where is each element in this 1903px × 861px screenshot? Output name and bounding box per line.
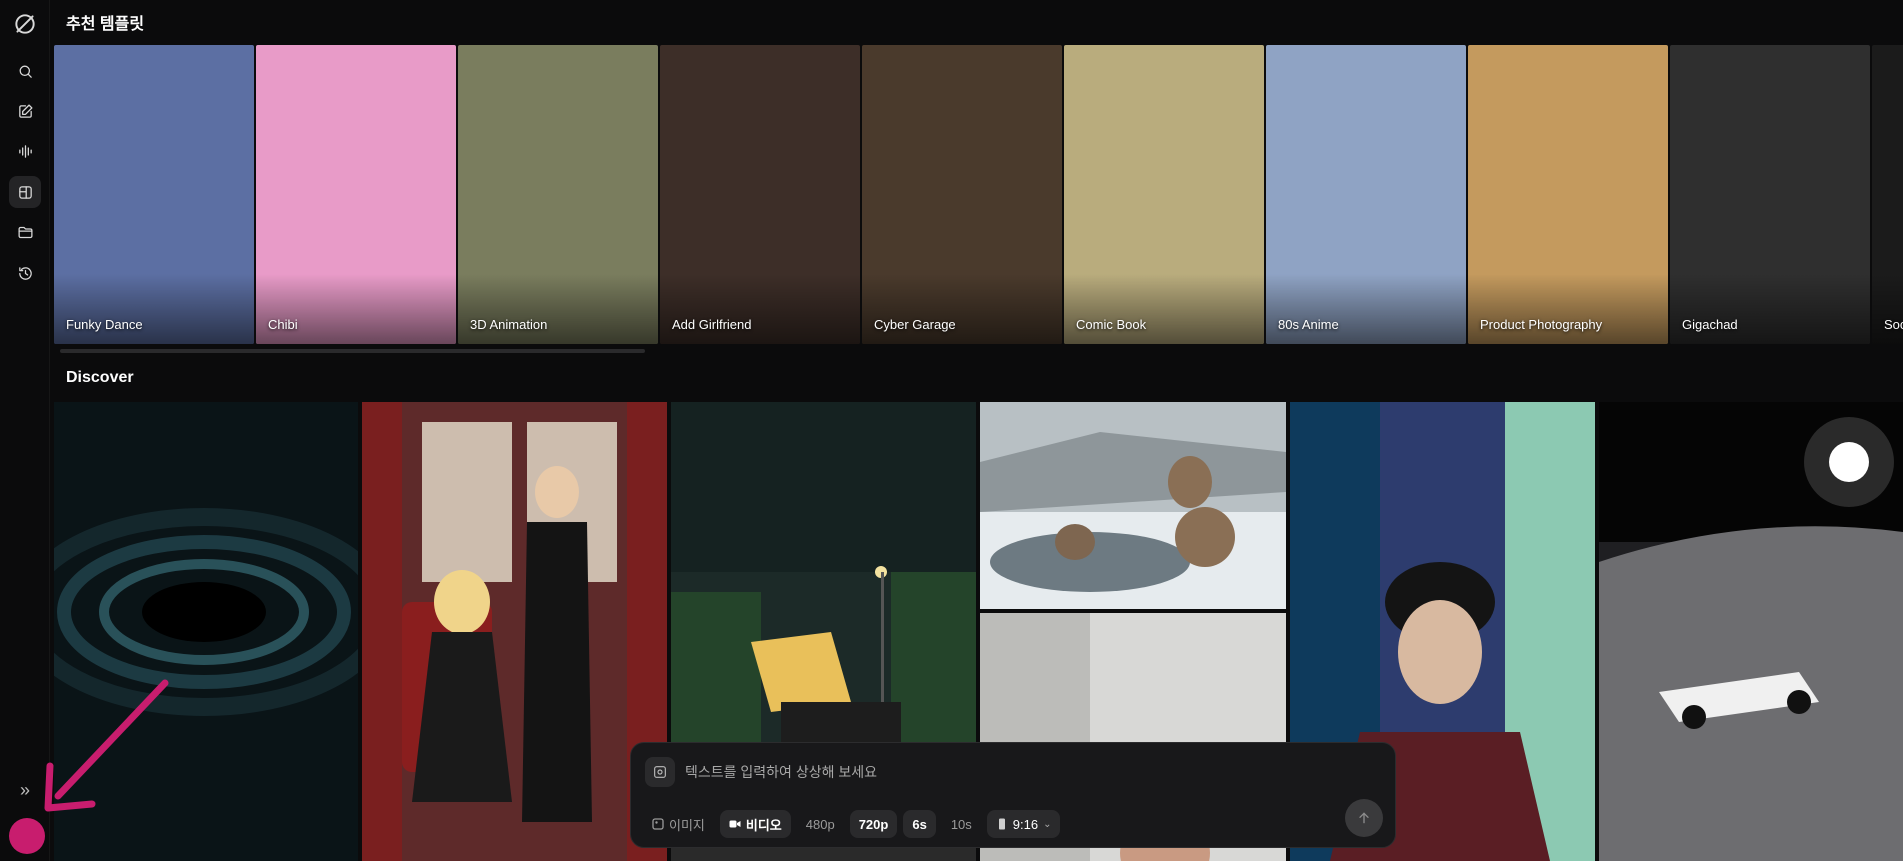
template-card-label: Product Photography bbox=[1480, 317, 1603, 332]
template-card-label: 80s Anime bbox=[1278, 317, 1339, 332]
edit-icon[interactable] bbox=[9, 95, 41, 127]
aspect-ratio-label: 9:16 bbox=[1012, 816, 1039, 832]
templates-icon[interactable] bbox=[9, 176, 41, 208]
template-card[interactable]: 80s Anime bbox=[1266, 45, 1466, 344]
template-card-label: 3D Animation bbox=[470, 317, 548, 332]
mode-image-chip[interactable]: 이미지 bbox=[643, 810, 714, 838]
duration-6s-chip[interactable]: 6s bbox=[903, 810, 936, 838]
template-card-label: Funky Dance bbox=[66, 317, 143, 332]
moon-artwork bbox=[1599, 402, 1903, 861]
template-card-shade bbox=[1468, 274, 1668, 344]
image-icon bbox=[652, 818, 664, 830]
send-button[interactable] bbox=[1345, 799, 1383, 837]
arrow-up-icon bbox=[1359, 812, 1369, 824]
aspect-icon bbox=[996, 818, 1008, 830]
video-icon bbox=[729, 818, 741, 830]
template-card[interactable]: Cyber Garage bbox=[862, 45, 1062, 344]
audio-wave-icon[interactable] bbox=[9, 135, 41, 167]
search-icon[interactable] bbox=[9, 55, 41, 87]
logo-icon[interactable] bbox=[9, 8, 41, 40]
template-card-shade bbox=[660, 274, 860, 344]
template-card-label: Comic Book bbox=[1076, 317, 1147, 332]
template-card[interactable]: Funky Dance bbox=[54, 45, 254, 344]
resolution-480p-chip[interactable]: 480p bbox=[797, 810, 844, 838]
template-card-label: Gigachad bbox=[1682, 317, 1738, 332]
prompt-options: 이미지 비디오 480p 720p 6s 10s 9:16 ⌄ bbox=[643, 809, 1061, 839]
prompt-input[interactable] bbox=[685, 757, 1325, 787]
folder-icon[interactable] bbox=[9, 216, 41, 248]
duration-6s-label: 6s bbox=[912, 816, 927, 832]
aspect-ratio-dropdown[interactable]: 9:16 ⌄ bbox=[986, 810, 1061, 838]
avatar[interactable] bbox=[9, 818, 45, 854]
template-card-label: Chibi bbox=[268, 317, 298, 332]
discover-card-monkeys[interactable] bbox=[980, 402, 1286, 609]
template-card-label: Add Girlfriend bbox=[672, 317, 752, 332]
prompt-composer: 이미지 비디오 480p 720p 6s 10s 9:16 ⌄ bbox=[630, 742, 1396, 848]
template-card[interactable]: 3D Animation bbox=[458, 45, 658, 344]
template-card[interactable]: Product Photography bbox=[1468, 45, 1668, 344]
discover-card-blackhole[interactable] bbox=[54, 402, 358, 861]
blackhole-artwork bbox=[54, 402, 358, 861]
template-card-shade bbox=[1064, 274, 1264, 344]
mode-video-chip[interactable]: 비디오 bbox=[719, 810, 791, 838]
template-card[interactable]: Comic Book bbox=[1064, 45, 1264, 344]
template-card-shade bbox=[458, 274, 658, 344]
prompt-style-icon[interactable] bbox=[645, 757, 675, 787]
discover-card-anime[interactable] bbox=[362, 402, 667, 861]
template-card[interactable]: Soc bbox=[1872, 45, 1903, 344]
templates-row: Funky Dance Chibi 3D Animation Add Girlfrie… bbox=[54, 45, 1903, 344]
resolution-480p-label: 480p bbox=[805, 816, 835, 832]
template-card-shade bbox=[54, 274, 254, 344]
template-card-shade bbox=[1670, 274, 1870, 344]
monkeys-artwork bbox=[980, 402, 1286, 609]
discover-card-moon[interactable] bbox=[1599, 402, 1903, 861]
sidebar: » bbox=[0, 0, 50, 861]
anime-artwork bbox=[362, 402, 667, 861]
duration-10s-label: 10s bbox=[950, 816, 972, 832]
discover-section-title: Discover bbox=[66, 369, 134, 386]
resolution-720p-chip[interactable]: 720p bbox=[849, 810, 898, 838]
chevron-down-icon: ⌄ bbox=[1043, 818, 1052, 830]
template-card-shade bbox=[1872, 274, 1903, 344]
template-card-label: Cyber Garage bbox=[874, 317, 956, 332]
template-card-shade bbox=[256, 274, 456, 344]
history-icon[interactable] bbox=[9, 257, 41, 289]
template-card[interactable]: Add Girlfriend bbox=[660, 45, 860, 344]
resolution-720p-label: 720p bbox=[858, 816, 889, 832]
template-card-label: Soc bbox=[1884, 317, 1903, 332]
mode-video-label: 비디오 bbox=[745, 817, 782, 833]
templates-section-title: 추천 템플릿 bbox=[66, 16, 145, 33]
mode-image-label: 이미지 bbox=[669, 817, 705, 833]
templates-scrollbar[interactable] bbox=[60, 349, 645, 353]
template-card-shade bbox=[1266, 274, 1466, 344]
template-card-shade bbox=[862, 274, 1062, 344]
expand-sidebar-icon[interactable]: » bbox=[13, 778, 37, 802]
duration-10s-chip[interactable]: 10s bbox=[942, 810, 981, 838]
template-card[interactable]: Chibi bbox=[256, 45, 456, 344]
template-card[interactable]: Gigachad bbox=[1670, 45, 1870, 344]
